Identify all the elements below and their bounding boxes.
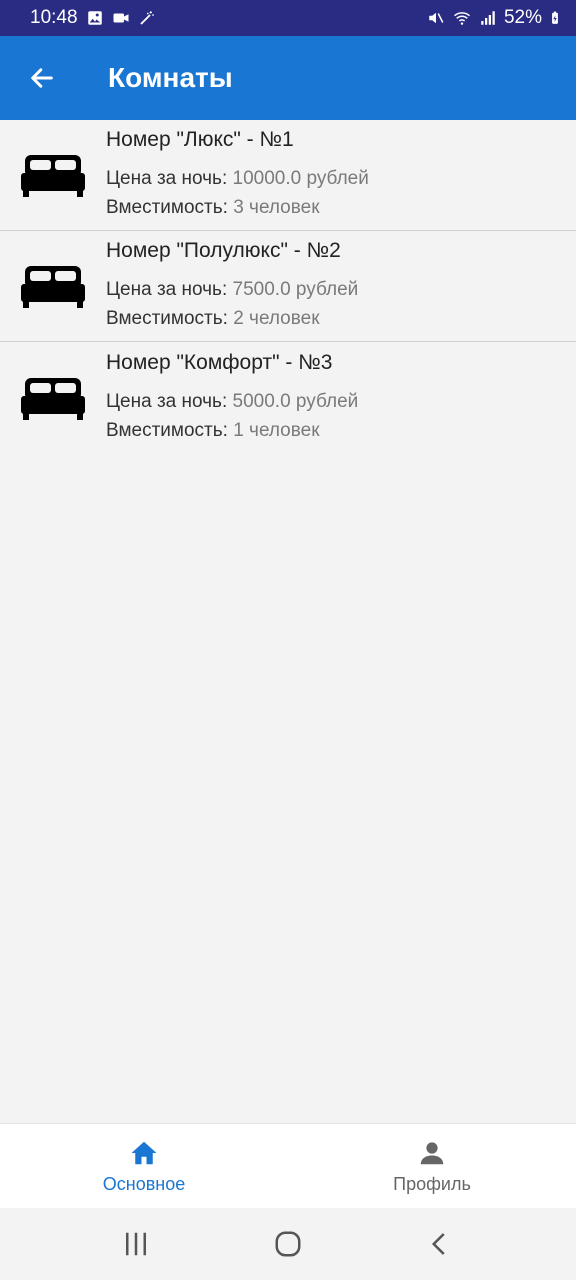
app-bar: Комнаты [0,36,576,120]
nav-item-profile[interactable]: Профиль [288,1124,576,1208]
image-icon [87,11,102,25]
bed-icon [21,266,85,308]
room-item[interactable]: Номер "Полулюкс" - №2 Цена за ночь: 7500… [0,231,576,342]
battery-charging-icon [552,11,558,24]
room-name: Номер "Люкс" - №1 [106,128,294,151]
recent-apps-icon [126,1232,146,1256]
room-item[interactable]: Номер "Люкс" - №1 Цена за ночь: 10000.0 … [0,120,576,231]
nav-item-main[interactable]: Основное [0,1124,288,1208]
video-camera-icon [113,13,129,23]
bed-icon [21,155,85,197]
system-nav-bar [0,1208,576,1280]
price-value: 7500.0 рублей [232,279,359,300]
room-name: Номер "Полулюкс" - №2 [106,239,341,262]
nav-item-label: Основное [102,1173,186,1194]
price-label: Цена за ночь: [106,279,228,300]
arrow-back-icon [31,68,53,88]
home-circle-icon [275,1231,301,1257]
system-home-button[interactable] [258,1214,318,1274]
price-label: Цена за ночь: [106,390,228,412]
signal-icon [481,11,495,25]
recent-apps-button[interactable] [106,1214,166,1274]
bed-icon [21,377,85,420]
back-chevron-icon [431,1233,445,1255]
home-icon [131,1141,157,1164]
battery-percent: 52% [503,7,542,28]
magic-wand-icon [139,11,154,25]
capacity-label: Вместимость: [106,308,228,329]
room-list: Номер "Люкс" - №1 Цена за ночь: 10000.0 … [0,120,576,453]
capacity-value: 3 человек [233,197,320,218]
nav-item-label: Профиль [393,1173,471,1194]
bottom-nav: Основное Профиль [0,1123,576,1208]
person-icon [420,1141,444,1164]
status-bar: 10:48 52% [0,0,576,36]
capacity-label: Вместимость: [106,419,228,441]
capacity-value: 1 человек [233,419,320,441]
back-button[interactable] [0,36,84,120]
price-label: Цена за ночь: [106,168,228,189]
price-value: 5000.0 рублей [232,390,359,412]
wifi-icon [453,12,470,25]
room-name: Номер "Комфорт" - №3 [106,350,333,374]
capacity-label: Вместимость: [106,197,228,218]
room-item[interactable]: Номер "Комфорт" - №3 Цена за ночь: 5000.… [0,342,576,453]
system-back-button[interactable] [410,1214,470,1274]
price-value: 10000.0 рублей [232,168,369,189]
status-time: 10:48 [30,7,78,28]
page-title: Комнаты [108,62,233,93]
capacity-value: 2 человек [233,308,320,329]
mute-icon [429,12,444,24]
